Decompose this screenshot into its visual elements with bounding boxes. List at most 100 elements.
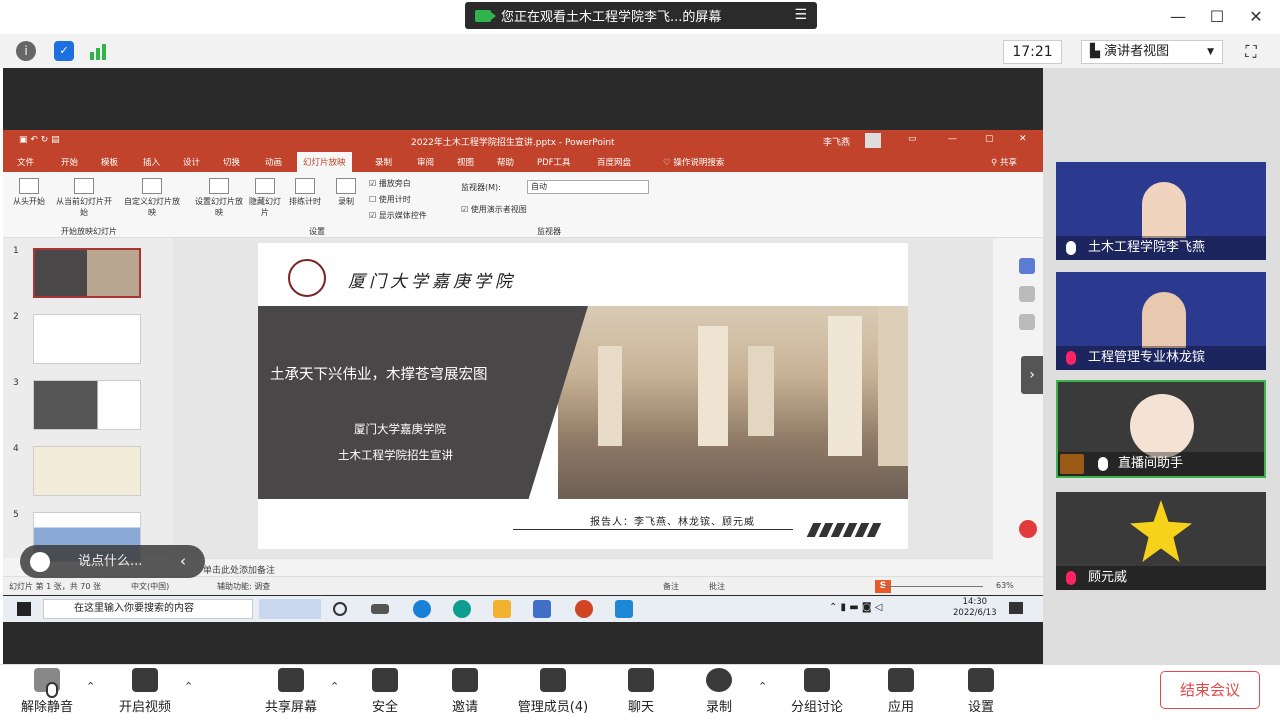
menu-transition[interactable]: 切换: [223, 156, 240, 168]
menu-review[interactable]: 审阅: [417, 156, 434, 168]
search-highlight-image[interactable]: [259, 599, 321, 619]
from-start-label: 从头开始: [13, 197, 45, 206]
menu-help[interactable]: 帮助: [497, 156, 514, 168]
pane-icon[interactable]: [1019, 286, 1035, 302]
chevron-up-icon[interactable]: ⌃: [184, 680, 193, 693]
setup-show-button[interactable]: 设置幻灯片放映: [195, 178, 243, 218]
custom-show-button[interactable]: 自定义幻灯片放映: [121, 178, 183, 218]
task-view-icon[interactable]: [371, 604, 389, 614]
menu-pdf[interactable]: PDF工具: [537, 156, 571, 168]
windows-start-icon[interactable]: [17, 602, 31, 616]
list-menu-icon[interactable]: ☰: [794, 7, 807, 23]
menu-animation[interactable]: 动画: [265, 156, 282, 168]
restore-icon[interactable]: ▢: [985, 134, 994, 144]
participant-tile[interactable]: 顾元威: [1056, 492, 1266, 590]
emoji-icon[interactable]: [30, 552, 50, 572]
slide-thumbnail[interactable]: [33, 314, 141, 364]
zoom-level[interactable]: 63%: [996, 581, 1014, 590]
current-slide[interactable]: 厦门大学嘉庚学院 土承天下兴伟业，木撑苍穹展宏图 厦门大学嘉庚学院 土木工程学院…: [258, 243, 908, 549]
share-screen-button[interactable]: 共享屏幕: [256, 666, 326, 715]
slide-thumbnail[interactable]: [33, 380, 141, 430]
meeting-app-icon[interactable]: [615, 600, 633, 618]
save-icon[interactable]: ▣ ↶ ↻ ▤: [19, 135, 60, 145]
record-meeting-button[interactable]: 录制: [694, 666, 744, 715]
manage-members-button[interactable]: 管理成员(4): [508, 666, 598, 715]
apps-button[interactable]: 应用: [876, 666, 926, 715]
menu-slideshow[interactable]: 幻灯片放映: [297, 152, 352, 172]
minimize-icon[interactable]: —: [1166, 6, 1190, 28]
from-current-button[interactable]: 从当前幻灯片开始: [53, 178, 115, 218]
chevron-right-icon[interactable]: ›: [1021, 356, 1043, 394]
menu-search[interactable]: ♡ 操作说明搜索: [663, 156, 724, 168]
ie-icon[interactable]: [413, 600, 431, 618]
taskbar-search[interactable]: 在这里输入你要搜索的内容: [43, 599, 253, 619]
tray-icons[interactable]: ⌃ ▮ ▬ ◙ ◁: [829, 602, 882, 613]
menu-insert[interactable]: 插入: [143, 156, 160, 168]
participant-name: 工程管理专业林龙镔: [1056, 346, 1266, 370]
taskbar-clock[interactable]: 14:30 2022/6/13: [953, 597, 997, 619]
chevron-left-icon[interactable]: ‹: [180, 552, 186, 570]
minimize-icon[interactable]: —: [948, 134, 957, 144]
gift-icon[interactable]: [1019, 520, 1037, 538]
chevron-up-icon[interactable]: ⌃: [758, 680, 767, 693]
photos-icon[interactable]: [533, 600, 551, 618]
ribbon-display-icon[interactable]: ▭: [908, 134, 917, 144]
chevron-up-icon[interactable]: ⌃: [330, 680, 339, 693]
edge-icon[interactable]: [453, 600, 471, 618]
rehearse-button[interactable]: 排练计时: [287, 178, 323, 207]
hide-slide-button[interactable]: 隐藏幻灯片: [247, 178, 283, 218]
presenter-view-checkbox[interactable]: ☑ 使用演示者视图: [461, 204, 527, 215]
monitor-value: 自动: [531, 182, 547, 191]
end-meeting-button[interactable]: 结束会议: [1160, 671, 1260, 709]
invite-button[interactable]: 邀请: [440, 666, 490, 715]
maximize-icon[interactable]: ☐: [1205, 6, 1229, 28]
narration-checkbox[interactable]: ☑ 播放旁白: [369, 178, 411, 189]
close-icon[interactable]: ✕: [1244, 6, 1268, 28]
menu-file[interactable]: 文件: [17, 156, 34, 168]
notes-pane[interactable]: 单击此处添加备注: [173, 558, 993, 576]
signal-icon[interactable]: [90, 42, 110, 60]
language[interactable]: 中文(中国): [131, 581, 169, 592]
fullscreen-icon[interactable]: ⛶: [1238, 40, 1264, 64]
from-start-button[interactable]: 从头开始: [9, 178, 49, 207]
menu-record[interactable]: 录制: [375, 156, 392, 168]
monitor-select[interactable]: 自动: [527, 180, 649, 194]
share-link[interactable]: ⚲ 共享: [991, 156, 1017, 168]
breakout-button[interactable]: 分组讨论: [784, 666, 850, 715]
cortana-icon[interactable]: [333, 602, 347, 616]
security-button[interactable]: 安全: [360, 666, 410, 715]
zoom-slider[interactable]: [883, 586, 983, 587]
media-controls-checkbox[interactable]: ☑ 显示媒体控件: [369, 210, 427, 221]
participant-tile[interactable]: 土木工程学院李飞燕: [1056, 162, 1266, 260]
notification-icon[interactable]: [1009, 602, 1023, 614]
avatar[interactable]: [865, 133, 881, 148]
slide-thumbnail[interactable]: [33, 446, 141, 496]
video-button[interactable]: 开启视频: [110, 666, 180, 715]
menu-baidu[interactable]: 百度网盘: [597, 156, 631, 168]
chevron-up-icon[interactable]: ⌃: [86, 680, 95, 693]
info-icon[interactable]: i: [16, 41, 36, 61]
accessibility[interactable]: 辅助功能: 调查: [217, 581, 270, 592]
menu-home[interactable]: 开始: [61, 156, 78, 168]
pane-icon[interactable]: [1019, 314, 1035, 330]
from-current-label: 从当前幻灯片开始: [56, 197, 112, 217]
notes-button[interactable]: 备注: [663, 581, 679, 592]
menu-template[interactable]: 模板: [101, 156, 118, 168]
shield-icon[interactable]: ✓: [54, 41, 74, 61]
participant-tile[interactable]: 工程管理专业林龙镔: [1056, 272, 1266, 370]
close-icon[interactable]: ✕: [1019, 134, 1027, 144]
timing-checkbox[interactable]: ☐ 使用计时: [369, 194, 411, 205]
menu-view[interactable]: 视图: [457, 156, 474, 168]
designer-icon[interactable]: [1019, 258, 1035, 274]
folder-icon[interactable]: [493, 600, 511, 618]
layout-icon: ▙: [1090, 44, 1105, 59]
menu-design[interactable]: 设计: [183, 156, 200, 168]
record-button[interactable]: 录制: [329, 178, 363, 207]
powerpoint-icon[interactable]: [575, 600, 593, 618]
slide-thumbnail[interactable]: [33, 248, 141, 298]
chat-button[interactable]: 聊天: [616, 666, 666, 715]
participant-tile[interactable]: 直播间助手: [1056, 380, 1266, 478]
comments-button[interactable]: 批注: [709, 581, 725, 592]
view-mode-select[interactable]: ▙ 演讲者视图 ▼: [1081, 40, 1223, 64]
settings-button[interactable]: 设置: [956, 666, 1006, 715]
